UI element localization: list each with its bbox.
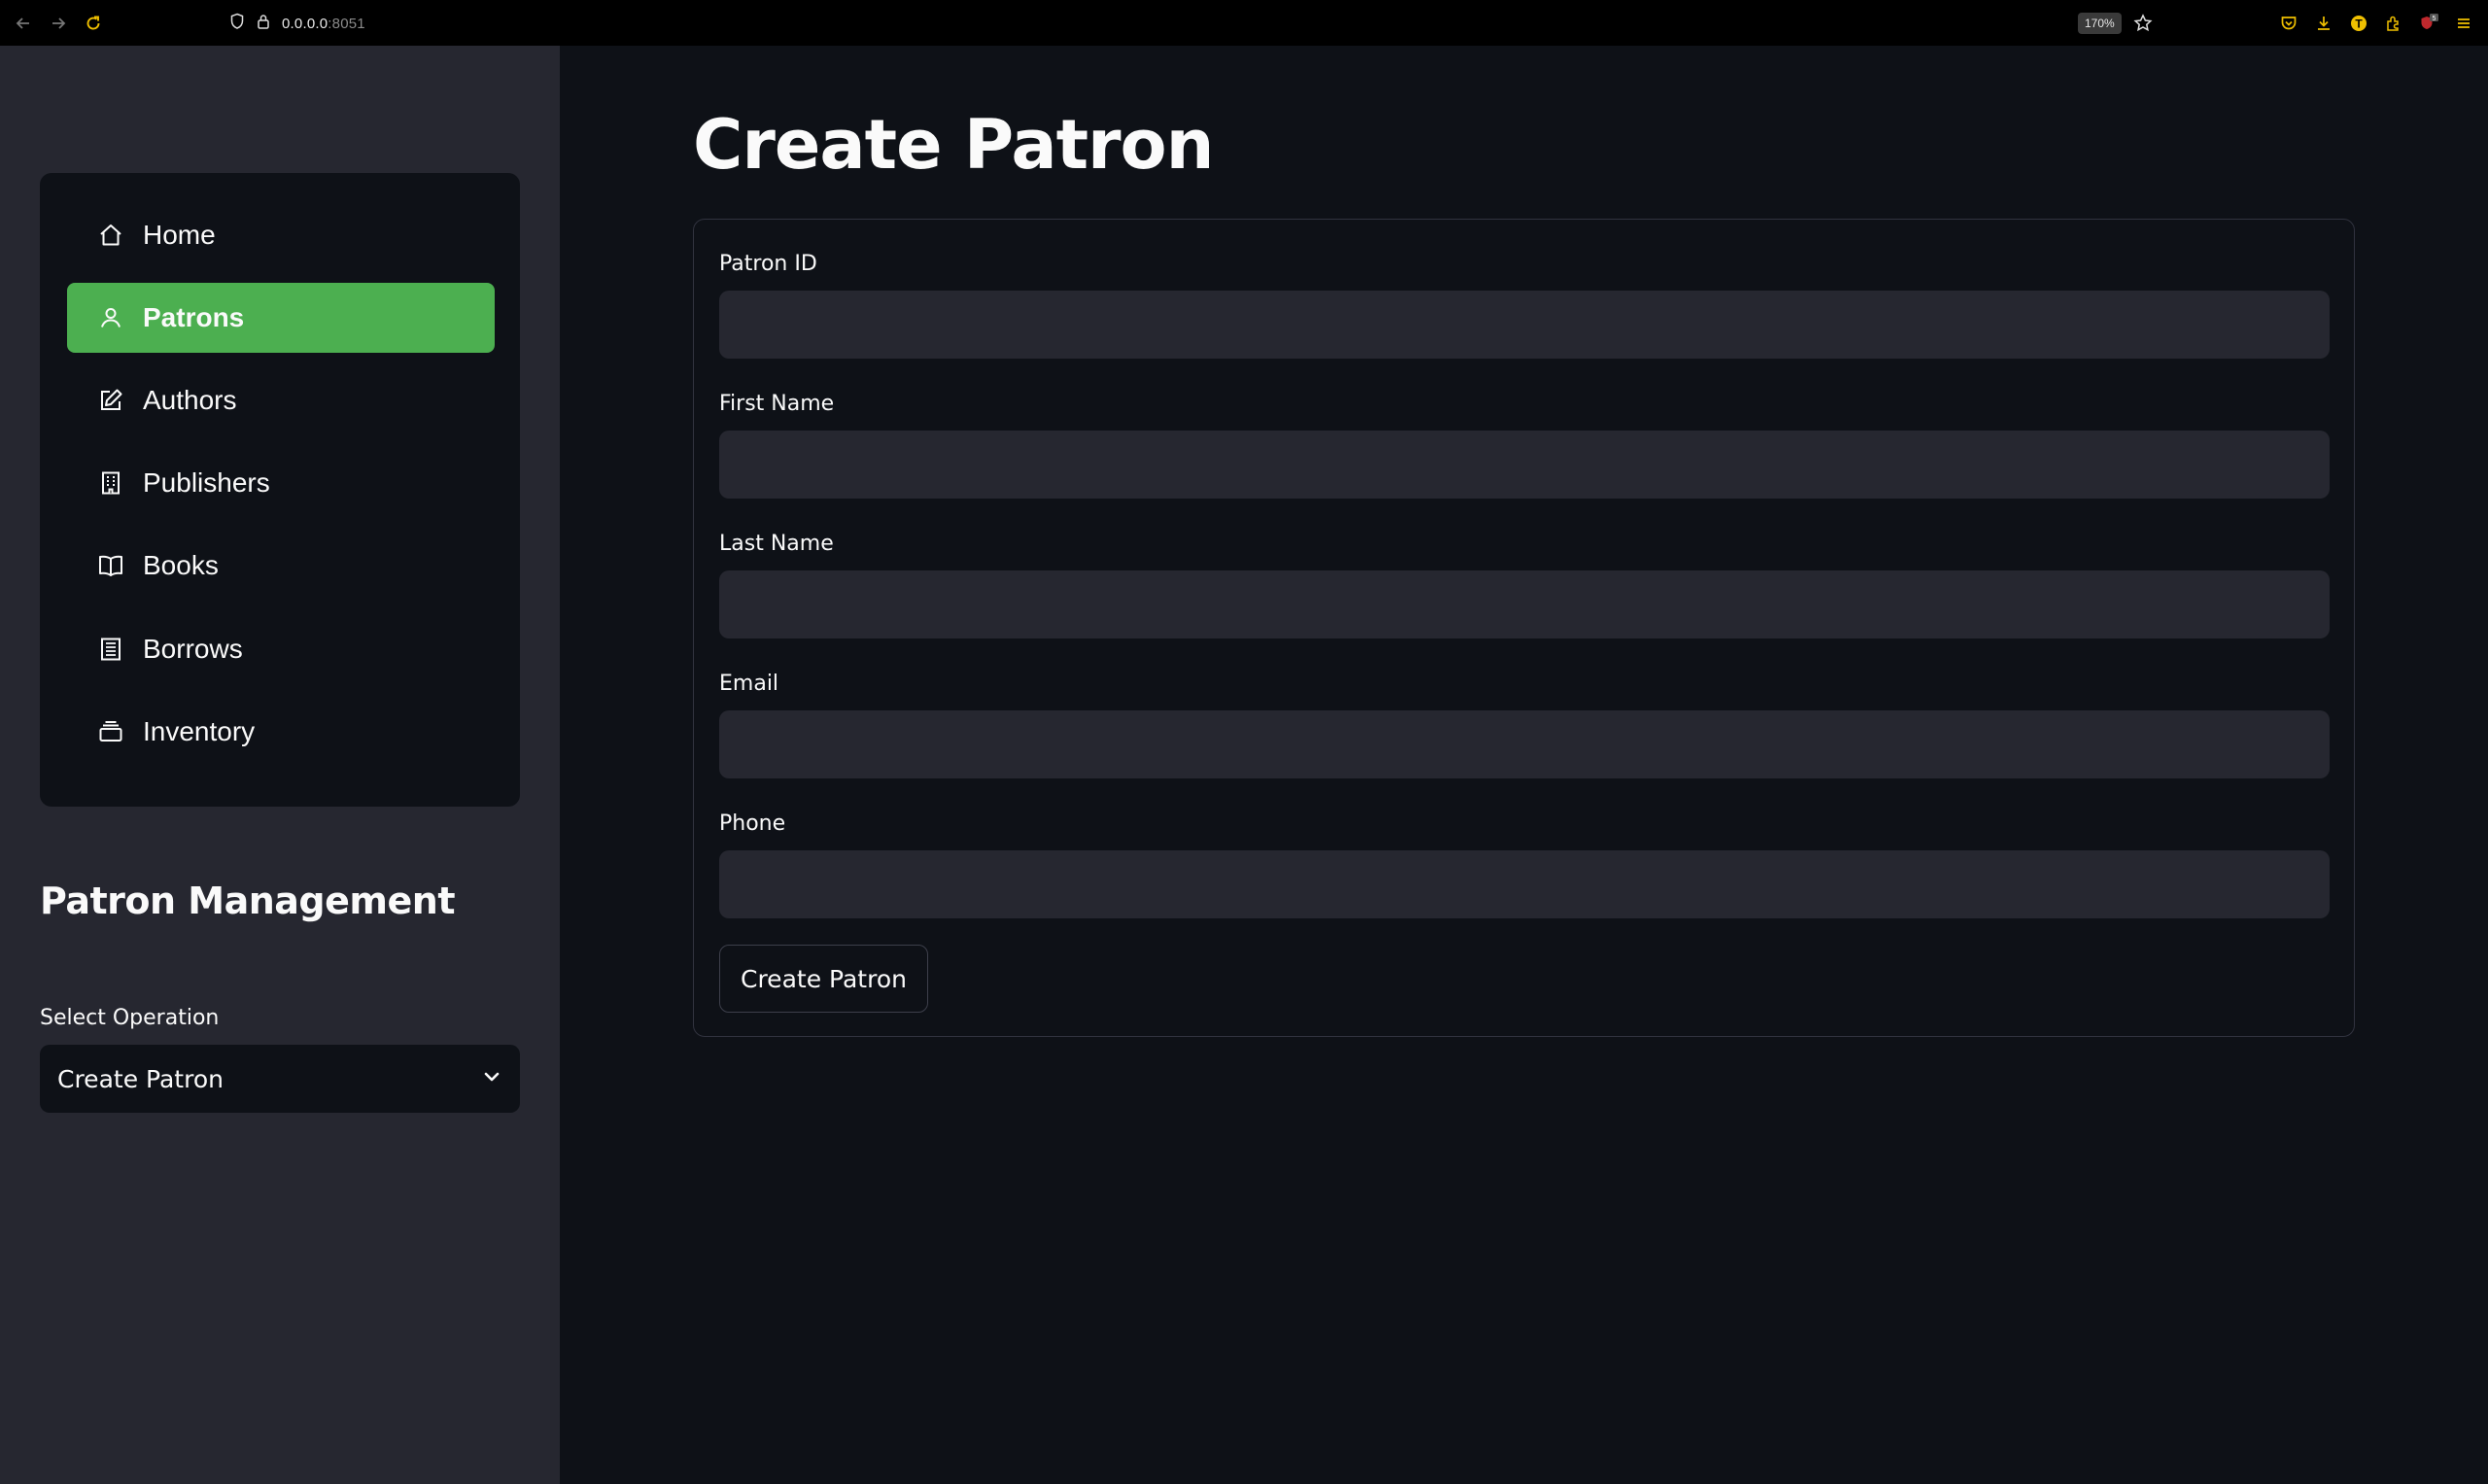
last-name-input[interactable] <box>719 570 2330 638</box>
url-text[interactable]: 0.0.0.0:8051 <box>282 16 365 32</box>
nav-item-authors[interactable]: Authors <box>67 365 495 435</box>
chevron-down-icon <box>481 1066 502 1091</box>
svg-text:5: 5 <box>2433 16 2436 22</box>
nav-label: Publishers <box>143 467 270 498</box>
url-bar[interactable]: 0.0.0.0:8051 <box>229 12 365 35</box>
select-operation-label: Select Operation <box>40 1006 220 1030</box>
home-icon <box>96 221 125 250</box>
download-icon[interactable] <box>2312 12 2335 35</box>
stack-icon <box>96 717 125 746</box>
book-icon <box>96 551 125 580</box>
nav-item-books[interactable]: Books <box>67 531 495 601</box>
select-value: Create Patron <box>57 1064 224 1093</box>
pocket-icon[interactable] <box>2277 12 2300 35</box>
receipt-icon <box>96 635 125 664</box>
bookmark-star-icon[interactable] <box>2131 12 2155 35</box>
menu-icon[interactable] <box>2452 12 2475 35</box>
sidebar-section-heading: Patron Management <box>40 880 455 922</box>
nav-item-inventory[interactable]: Inventory <box>67 697 495 767</box>
nav-item-home[interactable]: Home <box>67 200 495 270</box>
account-icon[interactable]: T <box>2347 12 2370 35</box>
phone-label: Phone <box>719 811 786 836</box>
create-patron-form: Patron ID First Name Last Name Email Pho… <box>693 219 2355 1037</box>
nav-menu: Home Patrons Authors Publishers Books Bo… <box>40 173 520 807</box>
building-icon <box>96 468 125 498</box>
svg-text:T: T <box>2355 17 2363 31</box>
phone-input[interactable] <box>719 850 2330 918</box>
nav-item-publishers[interactable]: Publishers <box>67 448 495 518</box>
nav-item-borrows[interactable]: Borrows <box>67 614 495 684</box>
first-name-label: First Name <box>719 392 835 416</box>
shield-icon <box>229 13 245 34</box>
back-icon[interactable] <box>12 12 35 35</box>
first-name-input[interactable] <box>719 431 2330 499</box>
patron-id-input[interactable] <box>719 291 2330 359</box>
forward-icon[interactable] <box>47 12 70 35</box>
lock-icon <box>257 13 270 34</box>
nav-item-patrons[interactable]: Patrons <box>67 283 495 353</box>
reload-icon[interactable] <box>82 12 105 35</box>
patron-id-label: Patron ID <box>719 252 817 276</box>
email-label: Email <box>719 672 779 696</box>
ublock-icon[interactable]: 5 <box>2417 12 2440 35</box>
browser-toolbar: 0.0.0.0:8051 170% T 5 <box>0 0 2488 46</box>
operation-select[interactable]: Create Patron <box>40 1045 520 1113</box>
sidebar: Home Patrons Authors Publishers Books Bo… <box>0 46 560 1484</box>
nav-label: Home <box>143 220 216 250</box>
last-name-label: Last Name <box>719 532 834 556</box>
nav-label: Authors <box>143 385 237 415</box>
nav-label: Books <box>143 550 219 580</box>
extensions-icon[interactable] <box>2382 12 2405 35</box>
create-patron-button[interactable]: Create Patron <box>719 945 928 1013</box>
email-input[interactable] <box>719 710 2330 778</box>
person-icon <box>96 303 125 332</box>
nav-label: Borrows <box>143 634 243 664</box>
page-title: Create Patron <box>693 105 1214 185</box>
nav-label: Patrons <box>143 302 245 332</box>
edit-icon <box>96 386 125 415</box>
nav-label: Inventory <box>143 716 256 746</box>
zoom-badge[interactable]: 170% <box>2078 13 2122 34</box>
